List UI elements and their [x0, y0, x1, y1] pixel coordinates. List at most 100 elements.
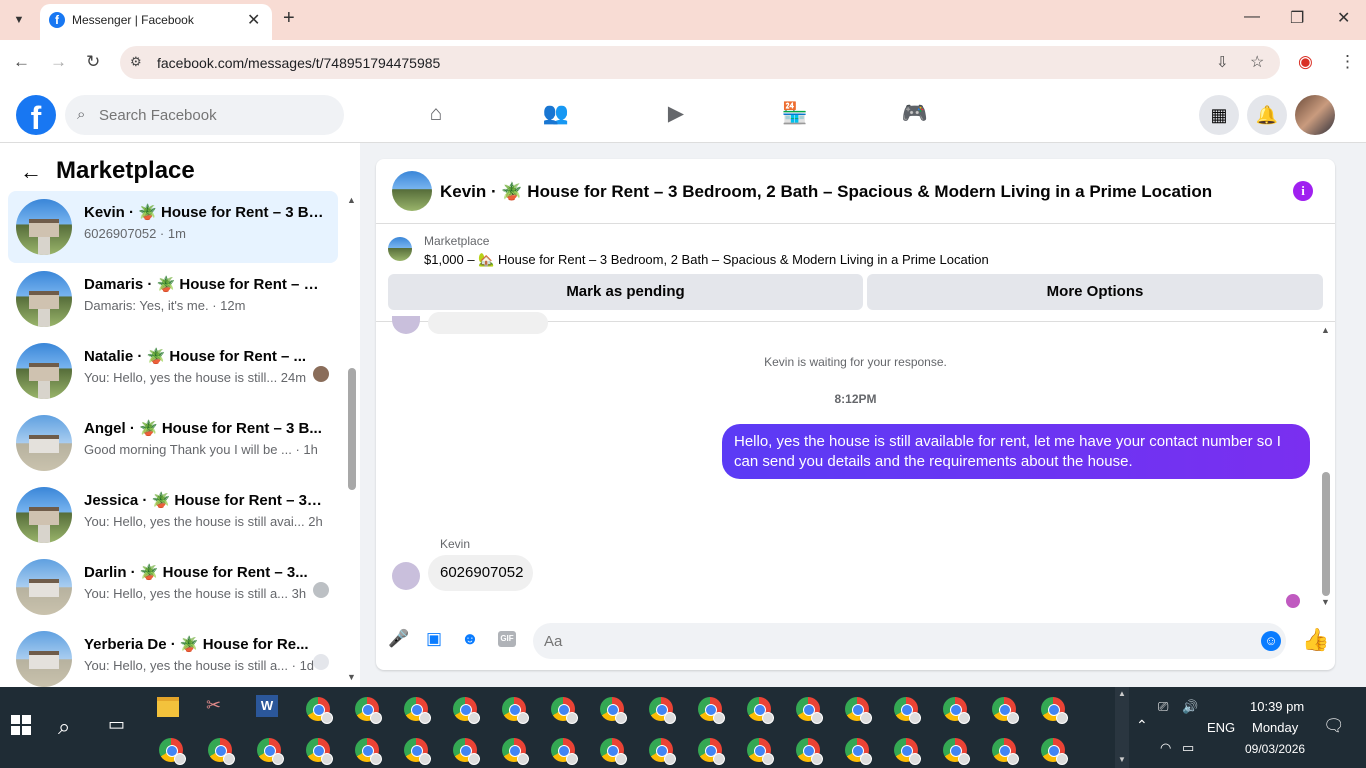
meet-now-icon[interactable]: ⎚ — [1158, 699, 1168, 715]
chrome-icon[interactable] — [649, 738, 676, 765]
back-arrow-icon[interactable]: ← — [20, 159, 42, 185]
friends-icon[interactable]: 👥 — [538, 98, 574, 130]
home-icon[interactable]: ⌂ — [418, 98, 454, 130]
file-explorer-icon[interactable] — [157, 697, 179, 717]
chrome-icon[interactable] — [649, 697, 676, 724]
listing-title[interactable]: $1,000 – 🏡 House for Rent – 3 Bedroom, 2… — [424, 252, 989, 268]
new-tab-icon[interactable]: + — [283, 7, 295, 30]
scroll-down-arrow-icon[interactable]: ▼ — [347, 672, 356, 682]
clock-time[interactable]: 10:39 pm — [1250, 699, 1304, 714]
scroll-down-arrow-icon[interactable]: ▼ — [1321, 597, 1330, 607]
conversation-item[interactable]: Natalie · 🪴 House for Rent – ... You: He… — [8, 335, 338, 407]
restore-icon[interactable]: ❐ — [1290, 8, 1304, 28]
conversation-item[interactable]: Jessica · 🪴 House for Rent – 3 B... You:… — [8, 479, 338, 551]
wifi-icon[interactable]: ◠ — [1160, 740, 1171, 756]
outgoing-message-bubble[interactable]: Hello, yes the house is still available … — [722, 424, 1310, 479]
chrome-icon[interactable] — [306, 738, 333, 765]
scroll-up-arrow-icon[interactable]: ▲ — [347, 195, 356, 205]
facebook-search[interactable]: ⌕ — [65, 95, 344, 135]
chrome-icon[interactable] — [551, 697, 578, 724]
clock-date[interactable]: 09/03/2026 — [1245, 742, 1305, 756]
browser-menu-icon[interactable]: ⋮ — [1339, 52, 1356, 72]
chrome-icon[interactable] — [845, 738, 872, 765]
conversation-item[interactable]: Darlin · 🪴 House for Rent – 3... You: He… — [8, 551, 338, 623]
thumbs-up-icon[interactable]: 👍 — [1302, 627, 1329, 653]
chrome-icon[interactable] — [894, 697, 921, 724]
chat-avatar[interactable] — [392, 171, 432, 211]
sidebar-scrollbar[interactable] — [348, 368, 356, 490]
chrome-icon[interactable] — [208, 738, 235, 765]
notifications-bell-icon[interactable]: 🔔 — [1247, 95, 1287, 135]
photo-icon[interactable]: ▣ — [424, 629, 444, 649]
message-input-box[interactable]: ☺ — [533, 623, 1286, 659]
reload-icon[interactable]: ↻ — [86, 52, 100, 72]
mark-as-pending-button[interactable]: Mark as pending — [388, 274, 863, 310]
chrome-icon[interactable] — [355, 738, 382, 765]
word-icon[interactable]: W — [256, 695, 278, 717]
listing-thumbnail[interactable] — [388, 237, 412, 261]
gaming-icon[interactable]: 🎮 — [897, 98, 933, 130]
chrome-icon[interactable] — [453, 697, 480, 724]
chrome-icon[interactable] — [1041, 697, 1068, 724]
profile-icon[interactable]: ◉ — [1298, 52, 1313, 72]
chrome-icon[interactable] — [747, 697, 774, 724]
conversation-item[interactable]: Yerberia De · 🪴 House for Re... You: Hel… — [8, 623, 338, 687]
chrome-icon[interactable] — [943, 697, 970, 724]
microphone-icon[interactable]: 🎤 — [388, 629, 409, 649]
chrome-icon[interactable] — [992, 697, 1019, 724]
chrome-icon[interactable] — [404, 697, 431, 724]
chrome-icon[interactable] — [355, 697, 382, 724]
back-icon[interactable]: ← — [13, 52, 30, 72]
clock-day[interactable]: Monday — [1252, 720, 1298, 735]
address-bar[interactable]: ⚙ facebook.com/messages/t/74895179447598… — [120, 46, 1280, 79]
info-icon[interactable]: i — [1293, 181, 1313, 201]
close-window-icon[interactable]: ✕ — [1337, 8, 1350, 28]
emoji-icon[interactable]: ☺ — [1261, 631, 1281, 651]
chrome-icon[interactable] — [796, 738, 823, 765]
chrome-icon[interactable] — [551, 738, 578, 765]
battery-icon[interactable]: ▭ — [1182, 740, 1194, 756]
chrome-icon[interactable] — [257, 738, 284, 765]
chrome-icon[interactable] — [943, 738, 970, 765]
chrome-icon[interactable] — [894, 738, 921, 765]
conversation-item[interactable]: Angel · 🪴 House for Rent – 3 B... Good m… — [8, 407, 338, 479]
marketplace-icon[interactable]: 🏪 — [777, 98, 813, 130]
volume-icon[interactable]: 🔊 — [1182, 699, 1198, 715]
chrome-icon[interactable] — [453, 738, 480, 765]
chrome-icon[interactable] — [698, 697, 725, 724]
chrome-icon[interactable] — [502, 697, 529, 724]
forward-icon[interactable]: → — [50, 52, 67, 72]
contact-avatar[interactable] — [392, 562, 420, 590]
snipping-tool-icon[interactable]: ✂ — [206, 695, 230, 719]
chrome-icon[interactable] — [159, 738, 186, 765]
minimize-icon[interactable]: — — [1244, 8, 1260, 26]
windows-start-icon[interactable] — [11, 715, 31, 735]
bookmark-star-icon[interactable]: ☆ — [1250, 52, 1264, 72]
chat-title[interactable]: Kevin · 🪴 House for Rent – 3 Bedroom, 2 … — [440, 182, 1212, 202]
chrome-icon[interactable] — [600, 738, 627, 765]
chrome-icon[interactable] — [992, 738, 1019, 765]
conversation-item[interactable]: Damaris · 🪴 House for Rent – 3 ... Damar… — [8, 263, 338, 335]
conversation-item[interactable]: Kevin · 🪴 House for Rent – 3 Be... 60269… — [8, 191, 338, 263]
scroll-up-arrow-icon[interactable]: ▲ — [1321, 325, 1330, 335]
site-info-icon[interactable]: ⚙ — [130, 54, 142, 70]
incoming-message-bubble[interactable]: 6026907052 — [428, 555, 533, 591]
search-input[interactable] — [99, 104, 329, 126]
thread-scrollbar[interactable] — [1322, 472, 1330, 596]
chrome-icon[interactable] — [1041, 738, 1068, 765]
sticker-icon[interactable]: ☻ — [460, 629, 480, 649]
video-icon[interactable]: ▶ — [658, 98, 694, 130]
chrome-icon[interactable] — [796, 697, 823, 724]
taskbar-scrollbar[interactable]: ▲ ▼ — [1115, 687, 1129, 768]
show-hidden-icons-icon[interactable]: ⌃ — [1136, 717, 1148, 734]
chrome-icon[interactable] — [747, 738, 774, 765]
message-input[interactable] — [544, 631, 1234, 651]
close-tab-icon[interactable]: ✕ — [247, 10, 260, 30]
more-options-button[interactable]: More Options — [867, 274, 1323, 310]
language-indicator[interactable]: ENG — [1207, 720, 1235, 735]
task-view-icon[interactable]: ▭ — [108, 714, 125, 735]
facebook-logo[interactable]: f — [16, 95, 56, 135]
menu-grid-icon[interactable]: ▦ — [1199, 95, 1239, 135]
chrome-icon[interactable] — [600, 697, 627, 724]
chrome-icon[interactable] — [698, 738, 725, 765]
